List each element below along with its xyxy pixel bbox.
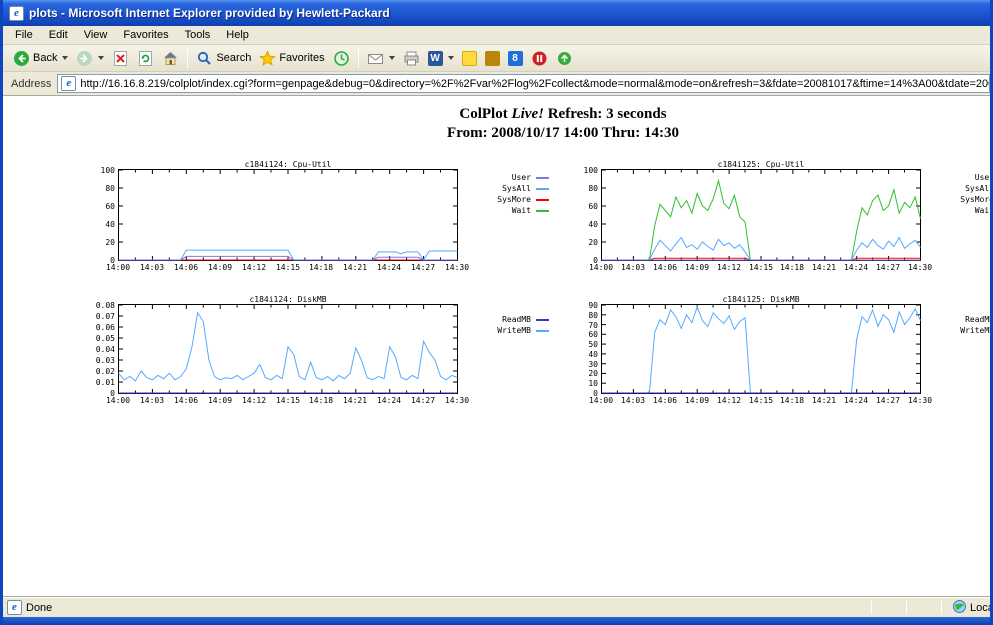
- plot-area: [118, 169, 458, 263]
- edit-with-word-button[interactable]: W: [424, 49, 458, 68]
- browser-window: e plots - Microsoft Internet Explorer pr…: [0, 0, 993, 625]
- menu-favorites[interactable]: Favorites: [115, 27, 176, 43]
- chart-legend: ReadMBWriteMB: [465, 314, 549, 336]
- chart-legend: UserSysAllSysMoreWait: [928, 172, 990, 216]
- chart-title: c184i125: Cpu-Util: [601, 160, 921, 169]
- note-icon: [462, 51, 477, 66]
- address-bar: Address e http://16.16.8.219/colplot/ind…: [3, 72, 990, 96]
- chart-title: c184i124: DiskMB: [118, 295, 458, 304]
- pause-button[interactable]: [527, 48, 552, 69]
- mail-envelope-icon: [367, 50, 384, 67]
- search-button[interactable]: Search: [192, 48, 255, 69]
- stop-button[interactable]: [108, 48, 133, 69]
- pause-icon: [531, 50, 548, 67]
- note-button[interactable]: [458, 49, 481, 68]
- page-content: ColPlot Live! Refresh: 3 seconds From: 2…: [3, 96, 990, 597]
- status-text: Done: [26, 602, 52, 614]
- title-bar[interactable]: e plots - Microsoft Internet Explorer pr…: [3, 0, 990, 26]
- chart-title: c184i124: Cpu-Util: [118, 160, 458, 169]
- page-title: ColPlot Live! Refresh: 3 seconds From: 2…: [3, 106, 990, 142]
- messenger-button[interactable]: 8: [504, 49, 527, 68]
- menu-help[interactable]: Help: [218, 27, 257, 43]
- edit-dropdown-caret[interactable]: [448, 56, 454, 60]
- chart-diskmb-c184i124: c184i124: DiskMB 00.010.020.030.040.050.…: [118, 304, 458, 394]
- security-zone: Local intranet: [970, 602, 990, 614]
- address-input[interactable]: e http://16.16.8.219/colplot/index.cgi?f…: [57, 74, 990, 93]
- forward-button[interactable]: [72, 48, 108, 69]
- status-divider: [906, 601, 907, 614]
- status-divider: [941, 601, 942, 614]
- toolbar-separator: [358, 48, 359, 68]
- ie-page-icon: e: [61, 76, 76, 91]
- briefcase-icon: [485, 51, 500, 66]
- briefcase-button[interactable]: [481, 49, 504, 68]
- toolbar: Back Searc: [3, 45, 990, 72]
- menu-tools[interactable]: Tools: [177, 27, 219, 43]
- forward-dropdown-caret[interactable]: [98, 56, 104, 60]
- globe-icon: [953, 600, 966, 616]
- forward-icon: [76, 50, 93, 67]
- favorites-star-icon: [259, 50, 276, 67]
- chart-legend: UserSysAllSysMoreWait: [465, 172, 549, 216]
- back-button[interactable]: Back: [9, 48, 72, 69]
- ie-page-icon: e: [9, 6, 24, 21]
- address-label: Address: [11, 78, 51, 90]
- history-button[interactable]: [329, 48, 354, 69]
- history-icon: [333, 50, 350, 67]
- mail-button[interactable]: [363, 48, 399, 69]
- plot-area: [601, 304, 921, 396]
- back-icon: [13, 50, 30, 67]
- stop-icon: [112, 50, 129, 67]
- menu-file[interactable]: File: [7, 27, 41, 43]
- research-icon: [556, 50, 573, 67]
- print-icon: [403, 50, 420, 67]
- ie-page-icon: e: [7, 600, 22, 615]
- refresh-button[interactable]: [133, 48, 158, 69]
- status-divider: [871, 601, 872, 614]
- print-button[interactable]: [399, 48, 424, 69]
- chart-diskmb-c184i125: c184i125: DiskMB 0102030405060708090 14:…: [601, 304, 921, 394]
- address-url: http://16.16.8.219/colplot/index.cgi?for…: [80, 78, 990, 90]
- chart-cpu-util-c184i125: c184i125: Cpu-Util 020406080100 14:0014:…: [601, 169, 921, 261]
- home-button[interactable]: [158, 48, 183, 69]
- word-icon: W: [428, 51, 443, 66]
- research-button[interactable]: [552, 48, 577, 69]
- search-icon: [196, 50, 213, 67]
- favorites-button[interactable]: Favorites: [255, 48, 328, 69]
- plot-area: [118, 304, 458, 396]
- window-title: plots - Microsoft Internet Explorer prov…: [29, 6, 390, 20]
- refresh-icon: [137, 50, 154, 67]
- page-subtitle: From: 2008/10/17 14:00 Thru: 14:30: [3, 125, 990, 142]
- chart-legend: ReadMBWriteMB: [928, 314, 990, 336]
- home-icon: [162, 50, 179, 67]
- messenger-icon: 8: [508, 51, 523, 66]
- mail-dropdown-caret[interactable]: [389, 56, 395, 60]
- menu-view[interactable]: View: [76, 27, 116, 43]
- plot-area: [601, 169, 921, 263]
- menu-bar: File Edit View Favorites Tools Help: [3, 26, 990, 45]
- menu-edit[interactable]: Edit: [41, 27, 76, 43]
- chart-title: c184i125: DiskMB: [601, 295, 921, 304]
- status-bar: e Done Local intranet: [3, 597, 990, 617]
- back-dropdown-caret[interactable]: [62, 56, 68, 60]
- chart-cpu-util-c184i124: c184i124: Cpu-Util 020406080100 14:0014:…: [118, 169, 458, 261]
- toolbar-separator: [187, 48, 188, 68]
- window-bottom-edge: [3, 617, 990, 625]
